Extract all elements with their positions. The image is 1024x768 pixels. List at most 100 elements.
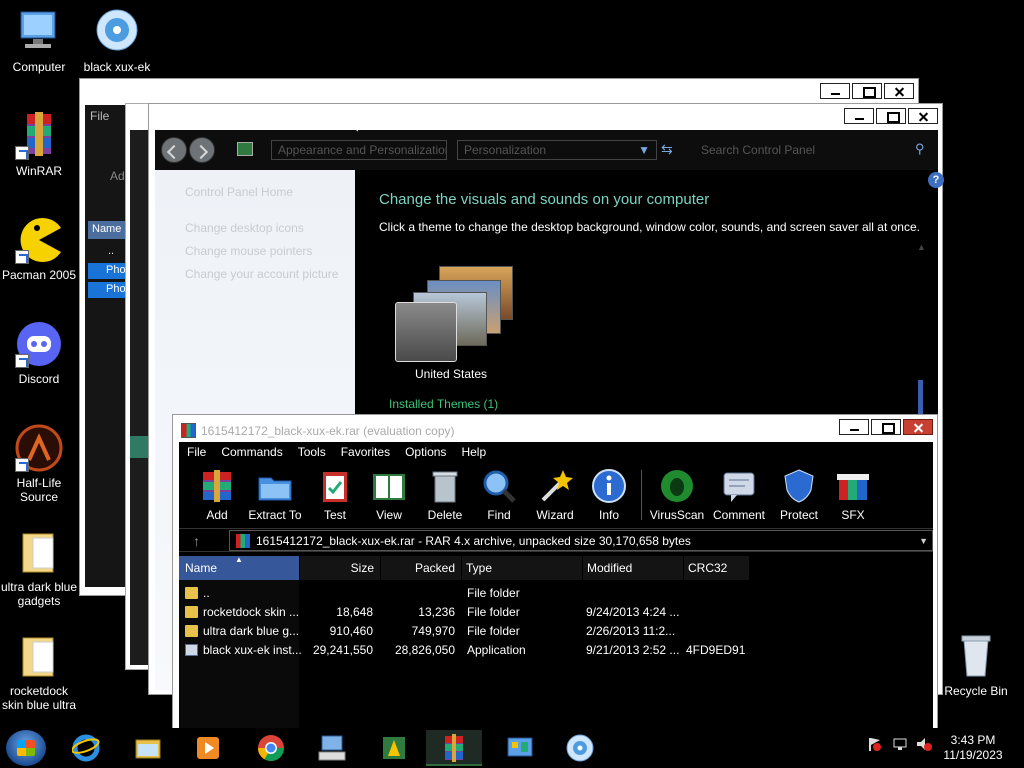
- menu-options[interactable]: Options: [397, 442, 453, 462]
- recycle-bin-icon: [952, 632, 1000, 680]
- protect-button[interactable]: Protect: [771, 468, 827, 522]
- theme-thumbnail[interactable]: [395, 266, 515, 366]
- column-header-modified[interactable]: Modified: [583, 556, 683, 580]
- maximize-button[interactable]: [852, 83, 882, 99]
- desktop-icon-label: black xux-ek: [83, 60, 151, 74]
- breadcrumb-appearance[interactable]: Appearance and Personalization: [271, 140, 447, 160]
- forward-button[interactable]: [189, 137, 215, 163]
- delete-button[interactable]: Delete: [417, 468, 473, 522]
- taskbar-item-tool[interactable]: [366, 730, 422, 766]
- shortcut-arrow-icon: [15, 250, 29, 264]
- taskbar-item-explorer[interactable]: [120, 730, 176, 766]
- menu-bar: File Commands Tools Favorites Options He…: [179, 442, 933, 462]
- folder-icon: [185, 606, 198, 618]
- volume-muted-icon[interactable]: [916, 736, 932, 752]
- desktop-icon-rocketdock-skin[interactable]: rocketdock skin blue ultra: [0, 632, 78, 712]
- help-icon[interactable]: ?: [928, 172, 944, 188]
- taskbar-item-control-panel[interactable]: [492, 730, 548, 766]
- maximize-button[interactable]: [876, 108, 906, 124]
- taskbar-item-media-player[interactable]: [180, 730, 236, 766]
- winrar-window[interactable]: 1615412172_black-xux-ek.rar (evaluation …: [172, 414, 938, 731]
- minimize-button[interactable]: [839, 419, 869, 435]
- wizard-button[interactable]: Wizard: [527, 468, 583, 522]
- sfx-button[interactable]: SFX: [825, 468, 881, 522]
- taskbar-item-keyboard[interactable]: [304, 730, 360, 766]
- info-button[interactable]: Info: [581, 468, 637, 522]
- folder-icon: [15, 528, 63, 576]
- clock-date: 11/19/2023: [943, 748, 1003, 762]
- search-input[interactable]: Search Control Panel: [695, 140, 935, 160]
- desktop-icon-recycle-bin[interactable]: Recycle Bin: [936, 632, 1016, 698]
- theme-name[interactable]: United States: [415, 367, 487, 381]
- column-header-size[interactable]: Size: [300, 556, 380, 580]
- close-button[interactable]: [903, 419, 933, 435]
- table-row[interactable]: ultra dark blue g... 910,460 749,970 Fil…: [179, 622, 933, 641]
- test-button[interactable]: Test: [307, 468, 363, 522]
- chrome-icon: [257, 734, 285, 762]
- up-arrow-icon[interactable]: ↑: [193, 533, 200, 549]
- action-center-flag-icon[interactable]: [866, 736, 882, 752]
- menu-file[interactable]: File: [179, 442, 213, 462]
- scroll-up-icon[interactable]: ▲: [917, 242, 926, 252]
- clock-time: 3:43 PM: [950, 733, 996, 747]
- archive-path[interactable]: 1615412172_black-xux-ek.rar - RAR 4.x ar…: [229, 530, 933, 551]
- clipboard-check-icon: [317, 468, 353, 504]
- chevron-down-icon: ▼: [638, 143, 650, 157]
- add-button[interactable]: Add: [189, 468, 245, 522]
- link-change-mouse-pointers[interactable]: Change mouse pointers: [185, 244, 312, 258]
- control-panel-icon: [506, 734, 534, 762]
- menu-tools[interactable]: Tools: [290, 442, 333, 462]
- chevron-down-icon[interactable]: ▼: [919, 536, 928, 546]
- taskbar-item-internet-explorer[interactable]: [58, 730, 114, 766]
- link-change-account-picture[interactable]: Change your account picture: [185, 267, 338, 281]
- clock[interactable]: 3:43 PM 11/19/2023: [938, 733, 1008, 763]
- desktop-icon-discord[interactable]: Discord: [0, 320, 78, 386]
- column-header-packed[interactable]: Packed: [381, 556, 461, 580]
- desktop-icon-label: Half-Life Source: [16, 476, 62, 504]
- column-headers: Name ▲ Size Packed Type Modified CRC32: [179, 555, 933, 580]
- table-row[interactable]: rocketdock skin ... 18,648 13,236 File f…: [179, 603, 933, 622]
- desktop-icon-ultra-dark-blue-gadgets[interactable]: ultra dark blue gadgets: [0, 528, 78, 608]
- taskbar-item-disc[interactable]: [552, 730, 608, 766]
- desktop-icon-winrar[interactable]: WinRAR: [0, 112, 78, 178]
- taskbar-item-chrome[interactable]: [243, 730, 299, 766]
- menu-help[interactable]: Help: [453, 442, 493, 462]
- link-control-panel-home[interactable]: Control Panel Home: [185, 185, 293, 199]
- desktop-icon-computer[interactable]: Computer: [0, 8, 78, 74]
- comment-button[interactable]: Comment: [711, 468, 767, 522]
- menu-commands[interactable]: Commands: [213, 442, 289, 462]
- table-row[interactable]: .. File folder: [179, 584, 933, 603]
- disc-icon: [566, 734, 594, 762]
- minimize-button[interactable]: [820, 83, 850, 99]
- column-header-type[interactable]: Type: [462, 556, 582, 580]
- close-button[interactable]: [884, 83, 914, 99]
- path-bar: ↑ 1615412172_black-xux-ek.rar - RAR 4.x …: [179, 528, 933, 552]
- view-button[interactable]: View: [361, 468, 417, 522]
- list-item[interactable]: ..: [108, 245, 114, 257]
- menu-file[interactable]: File: [90, 109, 109, 123]
- keyboard-icon: [318, 734, 346, 762]
- virusscan-button[interactable]: VirusScan: [649, 468, 705, 522]
- desktop-icon-half-life[interactable]: Half-Life Source: [0, 424, 78, 504]
- breadcrumb-personalization[interactable]: Personalization ▼: [457, 140, 657, 160]
- extract-to-button[interactable]: Extract To: [247, 468, 303, 522]
- menu-favorites[interactable]: Favorites: [333, 442, 397, 462]
- desktop-icon-pacman[interactable]: Pacman 2005: [0, 216, 78, 282]
- table-row[interactable]: black xux-ek inst... 29,241,550 28,826,0…: [179, 641, 933, 660]
- refresh-icon[interactable]: ⇆: [661, 141, 673, 158]
- taskbar-item-winrar[interactable]: [426, 730, 482, 766]
- shortcut-arrow-icon: [15, 458, 29, 472]
- column-header-name[interactable]: Name ▲: [179, 555, 299, 580]
- winrar-icon: [440, 734, 468, 762]
- minimize-button[interactable]: [844, 108, 874, 124]
- back-button[interactable]: [161, 137, 187, 163]
- column-header-crc32[interactable]: CRC32: [684, 556, 749, 580]
- find-button[interactable]: Find: [471, 468, 527, 522]
- maximize-button[interactable]: [871, 419, 901, 435]
- close-button[interactable]: [908, 108, 938, 124]
- search-icon[interactable]: ⚲: [915, 141, 925, 157]
- start-button[interactable]: [6, 730, 46, 766]
- network-icon[interactable]: [892, 736, 908, 752]
- link-change-desktop-icons[interactable]: Change desktop icons: [185, 221, 304, 235]
- desktop-icon-black-xux-ek[interactable]: black xux-ek: [78, 8, 156, 74]
